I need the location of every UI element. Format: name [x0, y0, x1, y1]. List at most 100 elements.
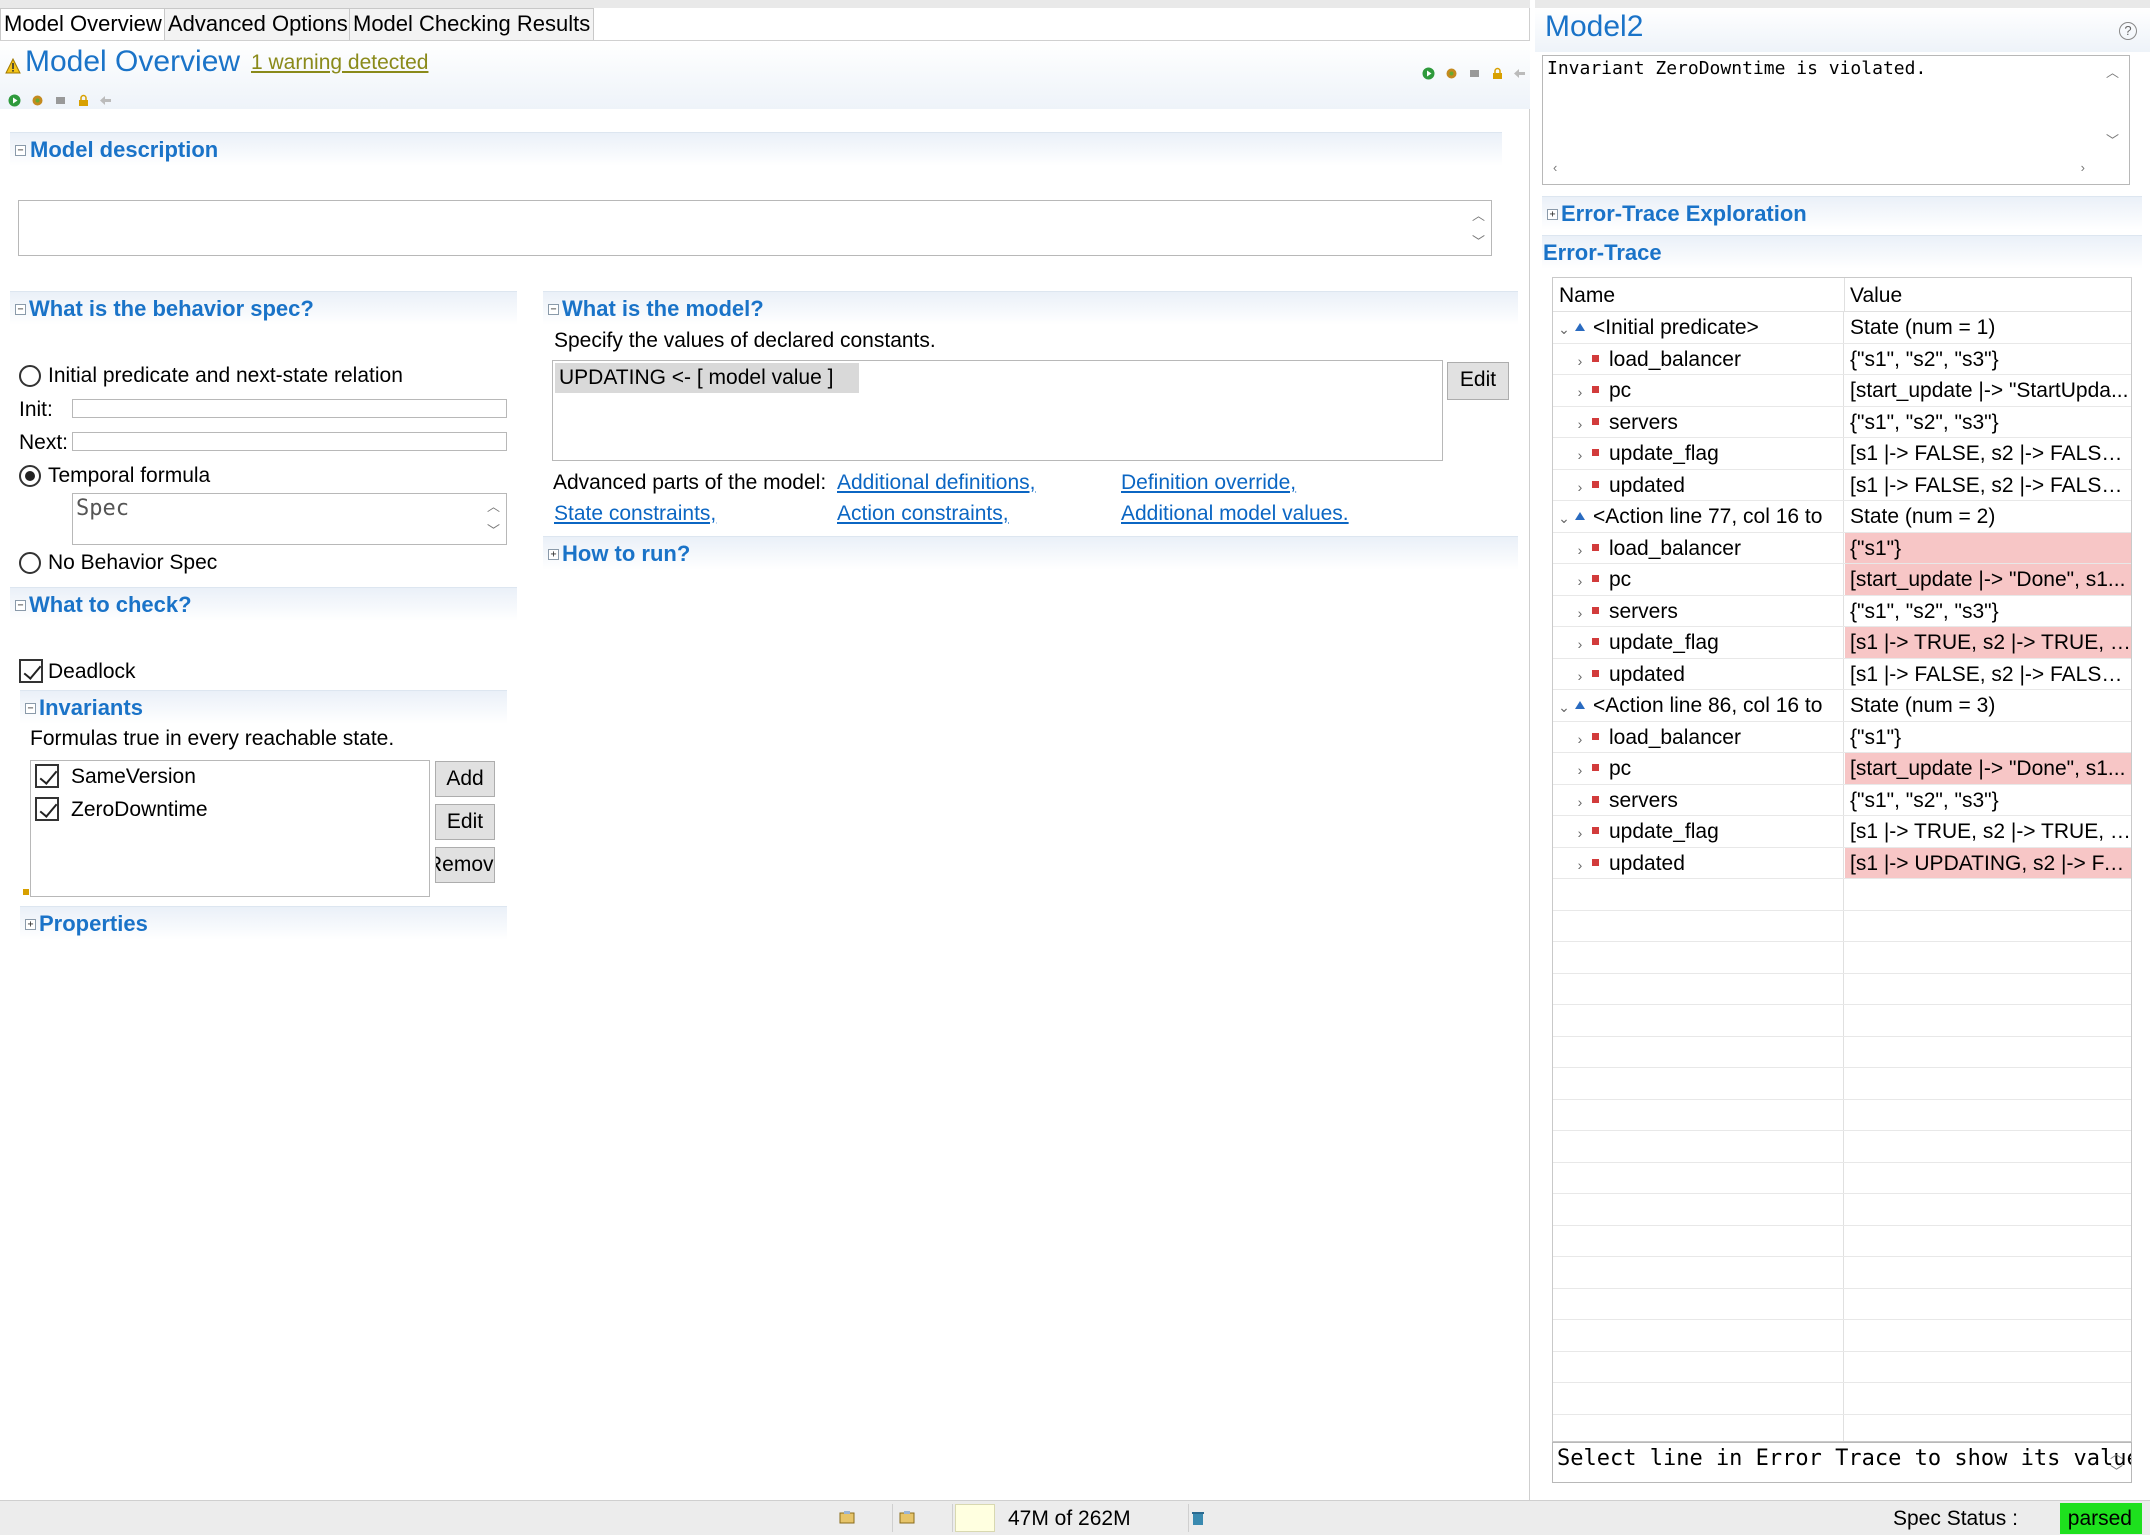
chevron-right-icon[interactable]: ›	[1573, 440, 1587, 469]
chevron-right-icon[interactable]: ›	[1573, 661, 1587, 690]
definition-override-link[interactable]: Definition override,	[1121, 471, 1296, 495]
expand-icon[interactable]: +	[1547, 209, 1558, 220]
scroll-up-icon[interactable]: ︿	[2110, 1443, 2123, 1462]
trash-icon[interactable]	[1191, 1510, 1205, 1526]
scroll-up-icon[interactable]: ︿	[2106, 62, 2119, 81]
section-title[interactable]: Model description	[30, 137, 218, 163]
radio-temporal-label[interactable]: Temporal formula	[48, 464, 210, 488]
trace-state-row[interactable]: ⌄ <Action line 77, col 16 to State (num = …	[1553, 501, 2131, 533]
constant-row[interactable]: UPDATING <- [ model value ]	[555, 363, 859, 393]
trace-variable-row[interactable]: › pc [start_update |-> "Done", s1...	[1553, 564, 2131, 596]
edit-constant-button[interactable]: Edit	[1447, 362, 1509, 400]
add-invariant-button[interactable]: Add	[435, 761, 495, 797]
tab-advanced-options[interactable]: Advanced Options	[164, 8, 352, 40]
collapse-icon[interactable]: −	[25, 703, 36, 714]
debug-icon[interactable]	[31, 94, 44, 107]
chevron-right-icon[interactable]: ›	[1573, 409, 1587, 438]
radio-no-behavior[interactable]	[19, 552, 41, 574]
constants-table[interactable]: UPDATING <- [ model value ]	[552, 360, 1443, 461]
warning-link[interactable]: 1 warning detected	[251, 51, 428, 75]
chevron-right-icon[interactable]: ›	[1573, 535, 1587, 564]
debug-icon[interactable]	[1445, 67, 1458, 80]
trace-state-row[interactable]: ⌄ <Initial predicate> State (num = 1)	[1553, 312, 2131, 344]
back-icon[interactable]	[99, 94, 112, 107]
chevron-down-icon[interactable]: ⌄	[1557, 503, 1571, 532]
expand-icon[interactable]: +	[548, 549, 559, 560]
chevron-right-icon[interactable]: ›	[1573, 472, 1587, 501]
state-constraints-link[interactable]: State constraints,	[554, 502, 716, 526]
back-icon[interactable]	[1513, 67, 1526, 80]
lock-icon[interactable]	[77, 94, 90, 107]
collapse-icon[interactable]: −	[15, 304, 26, 315]
trace-variable-row[interactable]: › servers {"s1", "s2", "s3"}	[1553, 595, 2131, 627]
next-field[interactable]	[72, 432, 507, 451]
collapse-icon[interactable]: −	[15, 145, 26, 156]
column-header-value[interactable]: Value	[1850, 284, 1902, 308]
invariant-row[interactable]: SameVersion	[31, 761, 429, 793]
trace-variable-row[interactable]: › load_balancer {"s1"}	[1553, 532, 2131, 564]
chevron-right-icon[interactable]: ›	[1573, 346, 1587, 375]
chevron-right-icon[interactable]: ›	[1573, 850, 1587, 879]
additional-model-values-link[interactable]: Additional model values.	[1121, 502, 1349, 526]
scroll-down-icon[interactable]: ﹀	[487, 520, 500, 539]
deadlock-label[interactable]: Deadlock	[48, 660, 136, 684]
lock-icon[interactable]	[1491, 67, 1504, 80]
chevron-right-icon[interactable]: ›	[1573, 629, 1587, 658]
additional-definitions-link[interactable]: Additional definitions,	[837, 471, 1035, 495]
error-trace-table[interactable]: Name Value ⌄ <Initial predicate> State (nu…	[1552, 277, 2132, 1442]
trace-variable-row[interactable]: › update_flag [s1 |-> TRUE, s2 |-> TRUE, s…	[1553, 627, 2131, 659]
radio-init-next[interactable]	[19, 365, 41, 387]
scroll-down-icon[interactable]: ﹀	[2110, 1461, 2123, 1480]
expand-icon[interactable]: +	[25, 919, 36, 930]
scroll-down-icon[interactable]: ﹀	[2106, 130, 2119, 149]
section-title[interactable]: What is the model?	[562, 296, 764, 322]
help-icon[interactable]: ?	[2119, 22, 2137, 40]
section-title[interactable]: Properties	[39, 911, 148, 937]
scroll-up-icon[interactable]: ︿	[1472, 205, 1485, 224]
trace-variable-row[interactable]: › servers {"s1", "s2", "s3"}	[1553, 784, 2131, 816]
invariant-checkbox[interactable]	[35, 764, 59, 788]
message-box[interactable]: Invariant ZeroDowntime is violated. ︿ ﹀ …	[1542, 55, 2130, 185]
heap-bar[interactable]	[955, 1504, 995, 1532]
column-header-name[interactable]: Name	[1559, 284, 1615, 308]
chevron-down-icon[interactable]: ⌄	[1557, 314, 1571, 343]
chevron-right-icon[interactable]: ›	[1573, 566, 1587, 595]
section-title[interactable]: What to check?	[29, 592, 192, 618]
init-field[interactable]	[72, 399, 507, 418]
collapse-icon[interactable]: −	[548, 304, 559, 315]
trace-variable-row[interactable]: › load_balancer {"s1", "s2", "s3"}	[1553, 343, 2131, 375]
scroll-right-icon[interactable]: ›	[2081, 160, 2085, 175]
trace-variable-row[interactable]: › servers {"s1", "s2", "s3"}	[1553, 406, 2131, 438]
chevron-right-icon[interactable]: ›	[1573, 787, 1587, 816]
tab-model-checking-results[interactable]: Model Checking Results	[349, 8, 595, 40]
trace-variable-row[interactable]: › pc [start_update |-> "StartUpda...	[1553, 375, 2131, 407]
chevron-right-icon[interactable]: ›	[1573, 724, 1587, 753]
edit-invariant-button[interactable]: Edit	[435, 804, 495, 840]
scroll-left-icon[interactable]: ‹	[1553, 160, 1557, 175]
radio-temporal[interactable]	[19, 465, 41, 487]
invariants-list[interactable]: SameVersion ZeroDowntime	[30, 760, 430, 897]
memory-usage[interactable]: 47M of 262M	[1008, 1507, 1131, 1531]
chevron-right-icon[interactable]: ›	[1573, 755, 1587, 784]
chevron-right-icon[interactable]: ›	[1573, 377, 1587, 406]
section-title[interactable]: Error-Trace Exploration	[1561, 201, 1807, 227]
section-title[interactable]: Error-Trace	[1543, 240, 1662, 266]
section-title[interactable]: Invariants	[39, 695, 143, 721]
radio-no-behavior-label[interactable]: No Behavior Spec	[48, 551, 217, 575]
list-resize-handle[interactable]	[23, 889, 29, 895]
model-description-input[interactable]: ︿ ﹀	[18, 200, 1492, 256]
invariant-row[interactable]: ZeroDowntime	[31, 794, 429, 826]
radio-init-next-label[interactable]: Initial predicate and next-state relatio…	[48, 364, 403, 388]
stop-icon[interactable]	[1468, 67, 1481, 80]
section-title[interactable]: How to run?	[562, 541, 690, 567]
scroll-down-icon[interactable]: ﹀	[1472, 231, 1485, 250]
invariant-checkbox[interactable]	[35, 797, 59, 821]
trace-variable-row[interactable]: › update_flag [s1 |-> TRUE, s2 |-> TRUE, s…	[1553, 816, 2131, 848]
run-icon[interactable]	[1422, 67, 1435, 80]
collapse-icon[interactable]: −	[15, 600, 26, 611]
trace-variable-row[interactable]: › updated [s1 |-> FALSE, s2 |-> FALSE, ...	[1553, 469, 2131, 501]
temporal-formula-input[interactable]: Spec ︿ ﹀	[72, 493, 507, 545]
trace-variable-row[interactable]: › updated [s1 |-> FALSE, s2 |-> FALSE, ...	[1553, 658, 2131, 690]
deadlock-checkbox[interactable]	[19, 659, 43, 683]
chevron-right-icon[interactable]: ›	[1573, 598, 1587, 627]
